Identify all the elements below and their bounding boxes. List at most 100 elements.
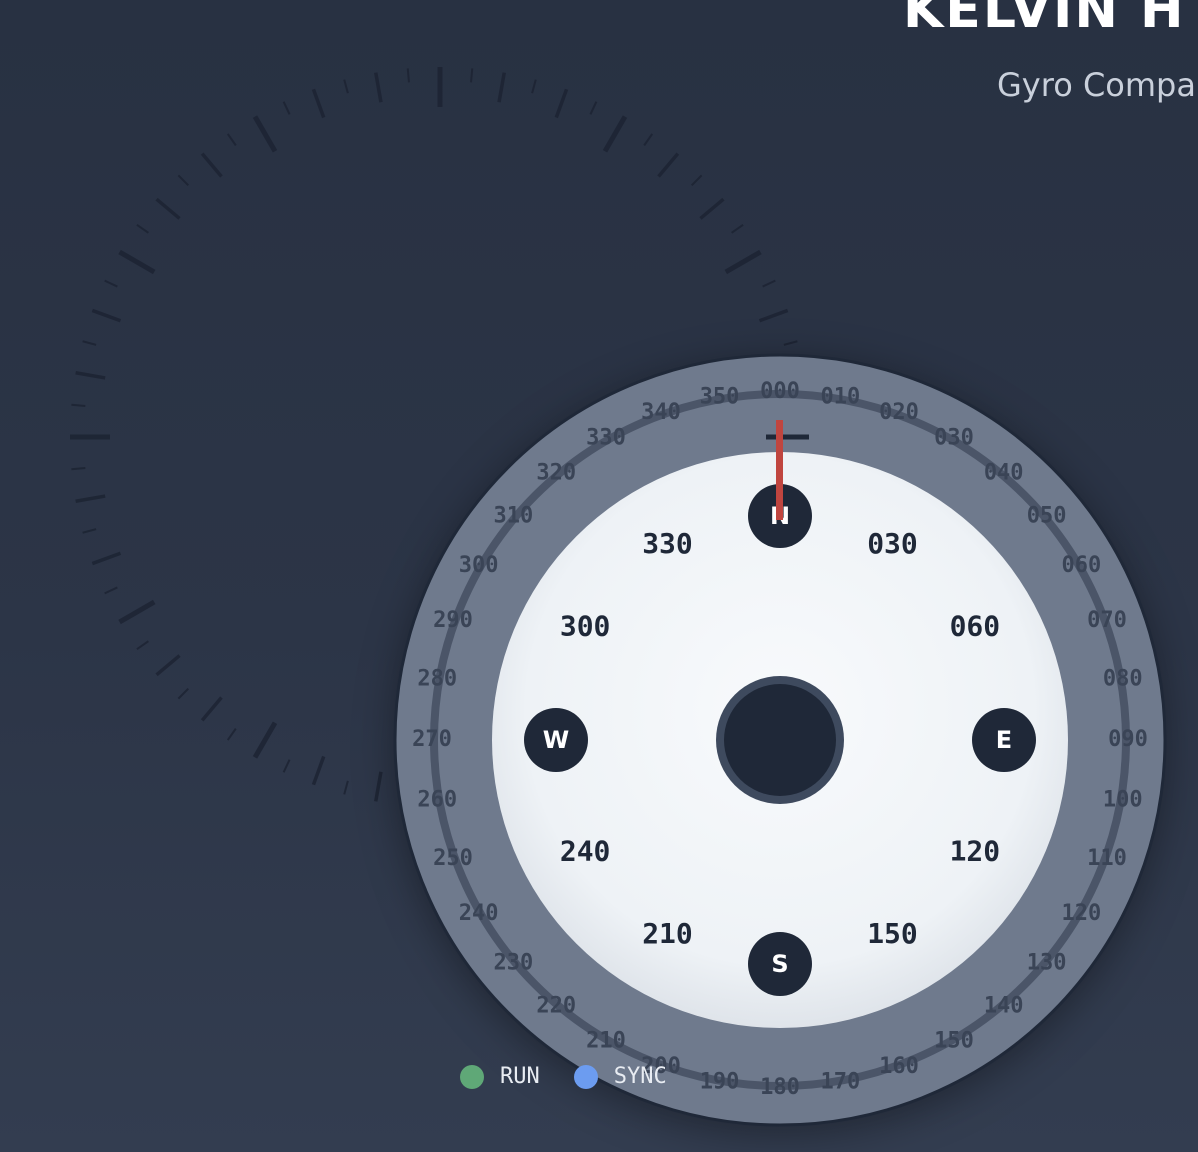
background-tick (104, 586, 118, 595)
hub (724, 684, 836, 796)
background-tick (82, 340, 97, 346)
background-tick (252, 115, 278, 153)
run-indicator-icon (460, 1064, 484, 1089)
background-tick (343, 780, 349, 795)
background-tick (589, 101, 598, 115)
inner-scale-label: 060 (950, 610, 1001, 643)
cardinal-label: E (996, 726, 1012, 754)
outer-scale-label: 100 (1103, 787, 1143, 812)
outer-scale-label: 170 (821, 1070, 861, 1095)
outer-scale-label: 220 (536, 994, 576, 1019)
background-tick (282, 759, 291, 773)
background-tick (91, 551, 122, 566)
status-legend: RUN SYNC (460, 1064, 701, 1089)
outer-scale-label: 010 (821, 384, 861, 409)
background-tick (374, 771, 383, 802)
background-tick (226, 133, 237, 146)
heading-needle (776, 420, 783, 520)
gyro-compass-dial: 000 010 020 030 040050 060 070 080 090 100 110 120 1… (393, 353, 1167, 1127)
outer-scale-label: 350 (700, 384, 740, 409)
outer-scale-label: 180 (760, 1075, 800, 1100)
outer-scale-label: 030 (934, 426, 974, 451)
background-tick (343, 79, 349, 94)
background-tick (497, 72, 506, 103)
background-tick (724, 249, 762, 275)
background-tick (200, 696, 223, 722)
outer-scale-label: 340 (641, 400, 681, 425)
outer-scale-label: 210 (586, 1028, 626, 1053)
cardinal-w: W (524, 708, 588, 772)
outer-scale-label: 190 (700, 1070, 740, 1095)
outer-scale-label: 080 (1103, 667, 1143, 692)
background-tick (657, 152, 680, 178)
background-tick (758, 308, 789, 323)
legend-sync: SYNC (573, 1064, 667, 1089)
inner-scale-label: 240 (560, 835, 611, 868)
inner-scale-label: 120 (950, 835, 1001, 868)
inner-scale-label: 300 (560, 610, 611, 643)
outer-scale-label: 120 (1062, 901, 1102, 926)
background-tick (91, 308, 122, 323)
background-tick (104, 279, 118, 288)
background-tick (602, 115, 628, 153)
outer-scale-label: 050 (1027, 503, 1067, 528)
background-tick (252, 721, 278, 759)
outer-scale-label: 310 (494, 503, 534, 528)
background-tick (311, 88, 326, 119)
background-tick (311, 755, 326, 786)
background-tick (762, 279, 776, 288)
outer-scale-label: 110 (1087, 846, 1127, 871)
background-tick (282, 101, 291, 115)
background-tick (155, 654, 181, 677)
outer-scale-label: 150 (934, 1028, 974, 1053)
outer-scale-label: 070 (1087, 608, 1127, 633)
outer-scale-label: 020 (879, 400, 919, 425)
background-tick (531, 79, 537, 94)
background-tick (82, 528, 97, 534)
background-tick (699, 197, 725, 220)
outer-scale-label: 320 (536, 460, 576, 485)
inner-scale-label: 210 (642, 917, 693, 950)
background-tick (75, 371, 106, 380)
cardinal-label: W (543, 726, 569, 754)
outer-scale-label: 260 (417, 787, 457, 812)
inner-scale-label: 150 (867, 917, 918, 950)
background-tick (406, 68, 410, 83)
outer-scale-label: 140 (984, 994, 1024, 1019)
outer-scale-label: 060 (1062, 553, 1102, 578)
background-tick (136, 223, 149, 234)
outer-scale-label: 250 (433, 846, 473, 871)
sync-indicator-icon (573, 1064, 598, 1089)
inner-scale-label: 030 (867, 527, 918, 560)
background-tick (691, 174, 703, 186)
background-tick (731, 223, 744, 234)
legend-run: RUN (460, 1064, 540, 1089)
background-tick (177, 688, 189, 700)
background-tick (470, 68, 474, 83)
background-tick (118, 249, 156, 275)
outer-scale-label: 160 (879, 1054, 919, 1079)
background-tick (155, 197, 181, 220)
outer-scale-label: 270 (412, 727, 452, 752)
outer-scale-label: 040 (984, 460, 1024, 485)
background-tick (71, 403, 86, 407)
outer-scale-label: 330 (586, 426, 626, 451)
background-tick (643, 133, 654, 146)
outer-scale-label: 090 (1108, 727, 1148, 752)
outer-scale-label: 230 (494, 951, 534, 976)
background-tick (554, 88, 569, 119)
cardinal-e: E (972, 708, 1036, 772)
background-tick (226, 728, 237, 741)
outer-scale-label: 280 (417, 667, 457, 692)
outer-scale-label: 240 (459, 901, 499, 926)
outer-scale-label: 000 (760, 379, 800, 404)
background-tick (200, 152, 223, 178)
sync-label: SYNC (613, 1064, 667, 1089)
cardinal-label: S (771, 950, 788, 978)
outer-scale-label: 130 (1027, 951, 1067, 976)
outer-scale-label: 290 (433, 608, 473, 633)
background-tick (118, 599, 156, 625)
inner-scale-label: 330 (642, 527, 693, 560)
outer-scale-label: 300 (459, 553, 499, 578)
background-tick (75, 494, 106, 503)
